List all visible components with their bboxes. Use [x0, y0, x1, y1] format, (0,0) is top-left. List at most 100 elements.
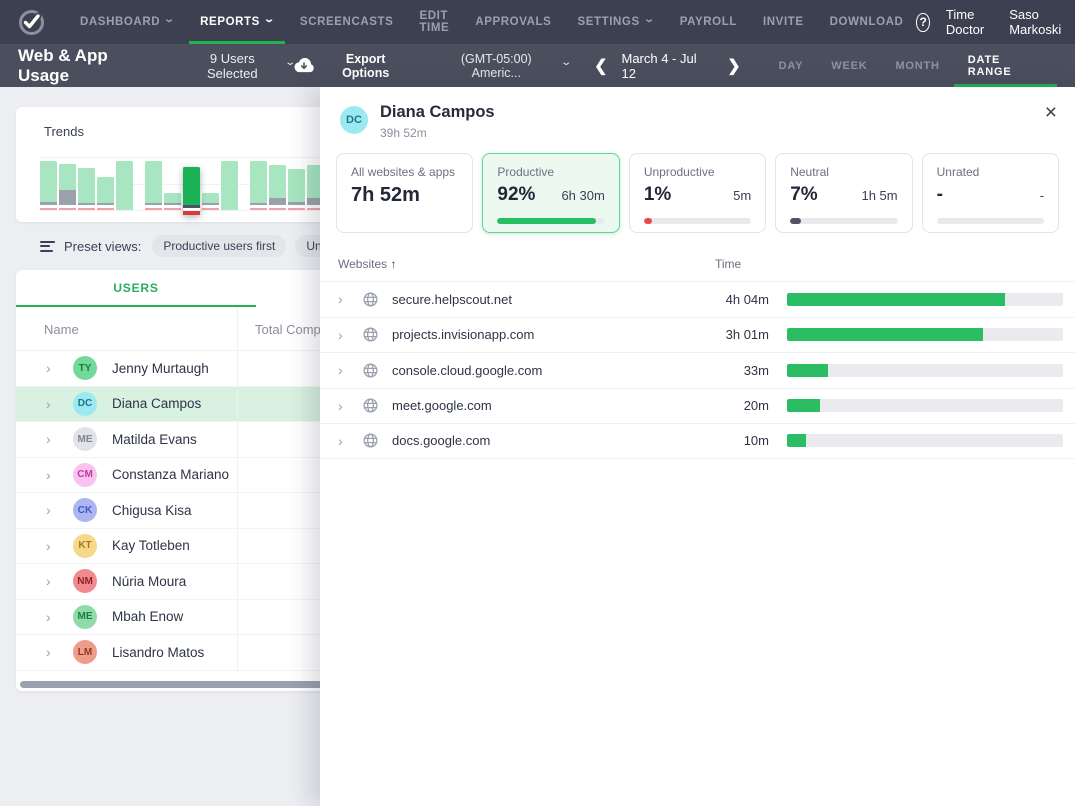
website-row[interactable]: projects.invisionapp.com 3h 01m [320, 317, 1075, 353]
export-options-label: Export Options [321, 52, 409, 80]
website-row[interactable]: docs.google.com 10m [320, 423, 1075, 459]
chevron-right-icon[interactable] [338, 362, 365, 378]
chevron-down-icon [284, 60, 296, 71]
website-domain: secure.helpscout.net [392, 292, 679, 307]
nav-item-approvals[interactable]: APPROVALS [462, 0, 564, 44]
tab-week[interactable]: WEEK [817, 44, 881, 87]
chevron-right-icon[interactable] [338, 398, 365, 414]
main-content: Trends Preset views: Productive users fi… [0, 87, 1075, 806]
chevron-right-icon[interactable] [46, 573, 73, 589]
users-selected-dropdown[interactable]: 9 Users Selected [184, 51, 295, 81]
current-user-name[interactable]: Saso Markoski [1009, 7, 1066, 37]
tab-day[interactable]: DAY [765, 44, 818, 87]
chevron-right-icon[interactable] [46, 609, 73, 625]
nav-item-label: INVITE [763, 16, 804, 28]
chevron-right-icon[interactable] [338, 291, 365, 307]
help-icon[interactable] [916, 13, 929, 32]
next-date-arrow[interactable]: ❯ [721, 56, 746, 76]
stat-card-unproductive[interactable]: Unproductive 1% 5m [629, 153, 766, 233]
website-time: 3h 01m [679, 327, 769, 342]
chevron-right-icon[interactable] [46, 644, 73, 660]
detail-user-name: Diana Campos [380, 103, 495, 122]
date-range-label[interactable]: March 4 - Jul 12 [613, 51, 721, 81]
chevron-right-icon[interactable] [338, 327, 365, 343]
progress-track [790, 218, 897, 224]
column-header-name[interactable]: Name [44, 322, 79, 337]
nav-item-label: DOWNLOAD [830, 16, 904, 28]
preset-chip-productive[interactable]: Productive users first [152, 235, 286, 257]
globe-icon [362, 397, 392, 414]
trends-bars[interactable] [40, 158, 343, 210]
progress-fill [644, 218, 653, 224]
nav-item-invite[interactable]: INVITE [750, 0, 817, 44]
detail-total-time: 39h 52m [380, 126, 427, 140]
tab-month[interactable]: MONTH [881, 44, 953, 87]
export-options-button[interactable]: Export Options [294, 52, 409, 80]
chevron-right-icon[interactable] [46, 467, 73, 483]
time-bar-fill [787, 399, 820, 412]
time-bar-track [787, 399, 1063, 412]
avatar: KT [73, 534, 97, 558]
stat-card-neutral[interactable]: Neutral 7% 1h 5m [775, 153, 912, 233]
progress-fill [790, 218, 801, 224]
avatar: TY [73, 356, 97, 380]
close-icon[interactable] [1045, 101, 1057, 125]
filter-icon [40, 241, 55, 252]
avatar: NM [73, 569, 97, 593]
stat-card-all[interactable]: All websites & apps 7h 52m [336, 153, 473, 233]
tab-users[interactable]: USERS [16, 270, 256, 307]
website-row[interactable]: secure.helpscout.net 4h 04m [320, 281, 1075, 317]
chevron-right-icon[interactable] [46, 360, 73, 376]
chevron-right-icon[interactable] [46, 396, 73, 412]
nav-item-settings[interactable]: SETTINGS [564, 0, 666, 44]
stat-card-percent: 7% [790, 184, 817, 206]
stat-card-label: Productive [497, 165, 604, 179]
nav-item-reports[interactable]: REPORTS [187, 0, 287, 44]
chevron-right-icon[interactable] [338, 433, 365, 449]
user-name: Chigusa Kisa [112, 503, 192, 518]
website-domain: projects.invisionapp.com [392, 327, 679, 342]
stat-card-productive[interactable]: Productive 92% 6h 30m [482, 153, 619, 233]
chevron-down-icon [643, 17, 656, 28]
stat-card-unrated[interactable]: Unrated - - [922, 153, 1059, 233]
nav-item-dashboard[interactable]: DASHBOARD [67, 0, 187, 44]
brand-label[interactable]: Time Doctor [946, 7, 993, 37]
nav-item-label: SCREENCASTS [300, 16, 394, 28]
prev-date-arrow[interactable]: ❮ [588, 56, 613, 76]
nav-item-label: REPORTS [200, 16, 260, 28]
nav-item-payroll[interactable]: PAYROLL [667, 0, 750, 44]
nav-item-edit-time[interactable]: EDIT TIME [406, 0, 462, 44]
nav-item-label: EDIT TIME [419, 10, 449, 34]
nav-item-label: APPROVALS [475, 16, 551, 28]
website-row[interactable]: console.cloud.google.com 33m [320, 352, 1075, 388]
nav-item-label: SETTINGS [577, 16, 639, 28]
time-doctor-logo-icon[interactable] [18, 9, 45, 36]
timezone-dropdown[interactable]: (GMT-05:00) Americ... [436, 52, 570, 80]
nav-item-download[interactable]: DOWNLOAD [817, 0, 917, 44]
time-bar-track [787, 364, 1063, 377]
nav-item-screencasts[interactable]: SCREENCASTS [287, 0, 407, 44]
cloud-download-icon [294, 58, 314, 73]
time-bar-fill [787, 364, 828, 377]
column-header-time[interactable]: Time [715, 257, 741, 271]
stat-card-label: Unrated [937, 165, 1044, 179]
tab-date-range[interactable]: DATE RANGE [954, 44, 1057, 87]
chevron-right-icon[interactable] [46, 538, 73, 554]
column-header-websites[interactable]: Websites [338, 257, 396, 271]
user-detail-panel: DC Diana Campos 39h 52m All websites & a… [320, 87, 1075, 806]
chevron-right-icon[interactable] [46, 502, 73, 518]
avatar: LM [73, 640, 97, 664]
stat-cards: All websites & apps 7h 52m Productive 92… [336, 153, 1059, 233]
chevron-right-icon[interactable] [46, 431, 73, 447]
progress-track [644, 218, 751, 224]
avatar: ME [73, 427, 97, 451]
website-domain: meet.google.com [392, 398, 679, 413]
avatar: DC [73, 392, 97, 416]
time-bar-fill [787, 434, 806, 447]
globe-icon [362, 291, 392, 308]
website-row[interactable]: meet.google.com 20m [320, 388, 1075, 424]
globe-icon [362, 326, 392, 343]
report-toolbar: Web & App Usage 9 Users Selected Export … [0, 44, 1075, 87]
chevron-down-icon [163, 17, 176, 28]
avatar: CK [73, 498, 97, 522]
